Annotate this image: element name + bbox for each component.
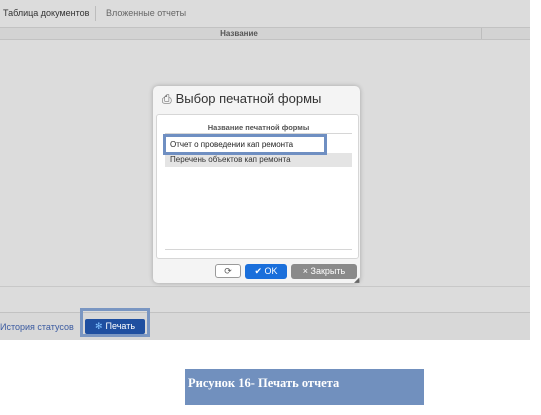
tab-attached-reports[interactable]: Вложенные отчеты xyxy=(103,6,189,21)
selected-row-highlight-frame xyxy=(163,134,327,155)
list-item[interactable]: Перечень объектов кап ремонта xyxy=(165,153,352,167)
refresh-icon: ⟳ xyxy=(224,266,232,276)
tab-bar: Таблица документов Вложенные отчеты xyxy=(0,3,530,21)
dialog-title-text: Выбор печатной формы xyxy=(175,91,322,106)
table-bottom-divider xyxy=(0,286,530,287)
ok-button[interactable]: ✔ OK xyxy=(245,264,287,279)
table-header: Название xyxy=(0,27,530,40)
close-icon: × xyxy=(302,266,309,276)
print-button[interactable]: ✻ Печать xyxy=(85,319,145,334)
close-button[interactable]: × Закрыть xyxy=(291,264,357,279)
print-button-label: Печать xyxy=(105,321,136,331)
spinner-icon: ✻ xyxy=(94,321,103,331)
tab-documents-table[interactable]: Таблица документов xyxy=(0,6,97,21)
ok-button-label: OK xyxy=(264,266,278,276)
printer-icon: ⎙ xyxy=(162,92,172,106)
list-header[interactable]: Название печатной формы xyxy=(165,123,352,134)
check-icon: ✔ xyxy=(254,266,262,276)
dialog-title: ⎙ Выбор печатной формы xyxy=(162,91,321,107)
column-divider xyxy=(481,28,482,39)
close-button-label: Закрыть xyxy=(310,266,346,276)
resize-grip-icon[interactable]: ◢ xyxy=(354,276,359,284)
figure-caption: Рисунок 16- Печать отчета xyxy=(185,369,424,405)
list-bottom-divider xyxy=(165,249,352,250)
status-history-link[interactable]: История статусов xyxy=(0,322,74,332)
print-form-dialog: ⎙ Выбор печатной формы Название печатной … xyxy=(153,86,360,283)
footer-toolbar: История статусов ✻ Печать xyxy=(0,308,530,340)
caption-text: Рисунок 16- Печать отчета xyxy=(188,376,340,390)
column-header-name[interactable]: Название xyxy=(0,28,478,39)
refresh-button[interactable]: ⟳ xyxy=(215,264,241,278)
